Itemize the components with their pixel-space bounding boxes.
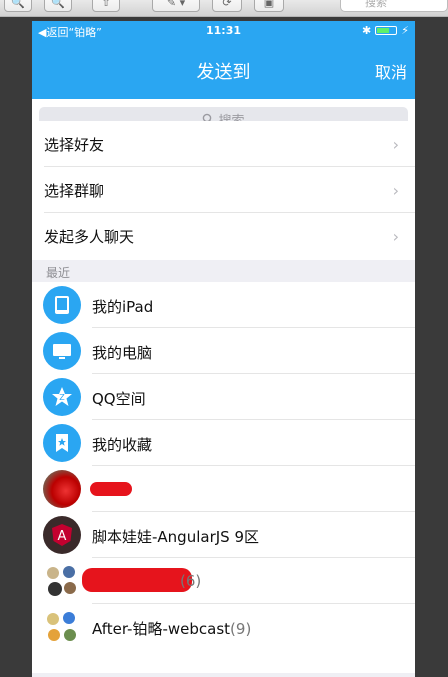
list-item[interactable]: [32, 466, 415, 512]
list-footer: [32, 673, 415, 677]
computer-icon: [43, 332, 81, 370]
page-title: 发送到: [196, 62, 251, 83]
markup-icon[interactable]: ✎ ▾: [152, 0, 200, 12]
list-item-label: 我的收藏: [92, 436, 153, 454]
section-header-label: 最近: [46, 266, 71, 280]
group-avatar: [43, 562, 81, 600]
phone-screen: ◀返回“铂略” 11:31 ✱ ⚡ 发送到 取消 搜索 选择好友 › 选择群聊 …: [32, 21, 415, 677]
nav-bar: 发送到 取消: [32, 41, 415, 99]
rotate-icon[interactable]: ⟳: [212, 0, 242, 12]
chevron-right-icon: ›: [392, 135, 399, 154]
list-item[interactable]: A 脚本娃娃-AngularJS 9区: [32, 512, 415, 558]
list-item-label: After-铂略-webcast(9): [92, 618, 251, 639]
status-indicators: ✱ ⚡: [362, 24, 409, 37]
bluetooth-icon: ✱: [362, 24, 372, 37]
cancel-button[interactable]: 取消: [375, 59, 407, 83]
charging-icon: ⚡: [401, 24, 409, 37]
redacted-name: [82, 568, 192, 592]
list-item[interactable]: After-铂略-webcast(9): [32, 604, 415, 650]
status-time: 11:31: [205, 24, 241, 37]
list-item[interactable]: 我的收藏: [32, 420, 415, 466]
qzone-star-icon: Z: [43, 378, 81, 416]
redacted-name: [90, 482, 132, 496]
avatar-angular: A: [43, 516, 81, 554]
list-item[interactable]: Z QQ空间: [32, 374, 415, 420]
mac-toolbar: 🔍 🔍 ⇧ ✎ ▾ ⟳ ▣ 搜索: [0, 0, 448, 17]
group-avatar: [43, 608, 81, 646]
toolbar-search-input[interactable]: 搜索: [340, 0, 448, 12]
section-header-recent: 最近: [32, 260, 415, 282]
list-item[interactable]: 我的iPad: [32, 282, 415, 328]
battery-icon: [375, 26, 398, 35]
member-count: (6): [180, 572, 202, 590]
favorites-icon: [43, 424, 81, 462]
list-item-label: 我的iPad: [92, 298, 154, 316]
group-name: After-铂略-webcast: [92, 620, 231, 638]
list-item[interactable]: 我的电脑: [32, 328, 415, 374]
avatar: [43, 470, 81, 508]
menu-item-select-group[interactable]: 选择群聊 ›: [32, 167, 415, 213]
zoom-out-icon[interactable]: 🔍: [4, 0, 32, 12]
menu-item-start-group-chat[interactable]: 发起多人聊天 ›: [32, 213, 415, 259]
zoom-in-icon[interactable]: 🔍: [44, 0, 72, 12]
list-item[interactable]: (6): [32, 558, 415, 604]
share-icon[interactable]: ⇧: [92, 0, 120, 12]
toolbox-icon[interactable]: ▣: [254, 0, 284, 12]
menu-item-label: 选择群聊: [44, 182, 105, 200]
svg-text:Z: Z: [59, 393, 65, 402]
status-bar: ◀返回“铂略” 11:31 ✱ ⚡: [32, 21, 415, 41]
list-item-label: 脚本娃娃-AngularJS 9区: [92, 528, 259, 546]
svg-text:A: A: [58, 529, 67, 544]
member-count: (9): [230, 620, 252, 638]
list-item-label: QQ空间: [92, 390, 146, 408]
chevron-right-icon: ›: [392, 227, 399, 246]
list-item-label: 我的电脑: [92, 344, 153, 362]
chevron-right-icon: ›: [392, 181, 399, 200]
menu-item-select-friends[interactable]: 选择好友 ›: [32, 121, 415, 167]
menu-item-label: 选择好友: [44, 136, 105, 154]
menu-item-label: 发起多人聊天: [44, 228, 135, 246]
ipad-icon: [43, 286, 81, 324]
